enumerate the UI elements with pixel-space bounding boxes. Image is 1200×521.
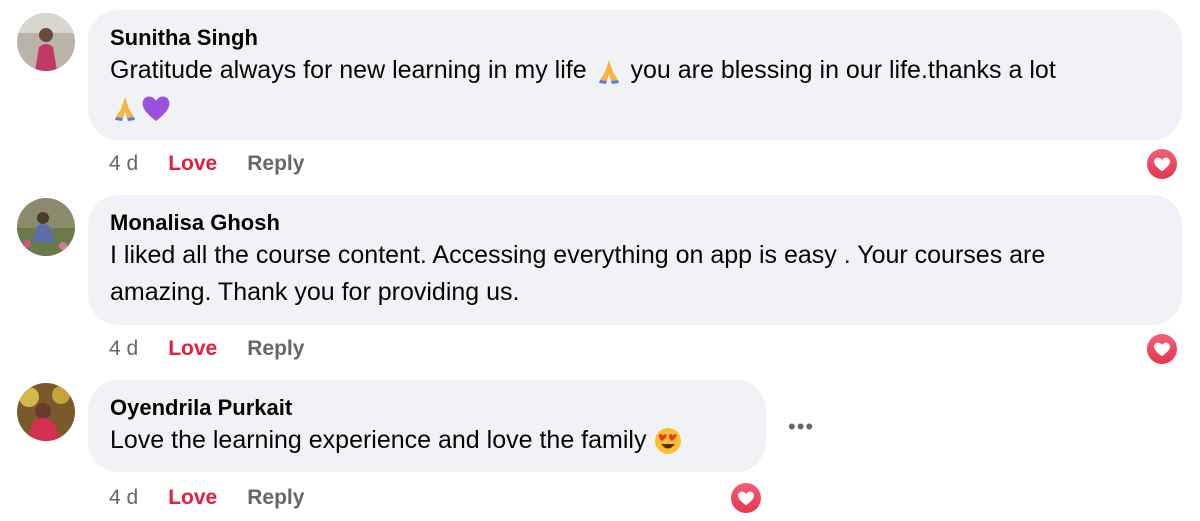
- heart-reaction-icon: [1154, 342, 1170, 357]
- comment-author[interactable]: Monalisa Ghosh: [110, 209, 1160, 237]
- love-button[interactable]: Love: [168, 150, 217, 178]
- avatar[interactable]: [17, 198, 75, 256]
- comment-bubble: Monalisa Ghosh I liked all the course co…: [88, 195, 1182, 325]
- heart-reaction-icon: [738, 491, 754, 506]
- comment-actions: 4 d Love Reply: [109, 150, 304, 178]
- avatar-photo: [17, 198, 75, 256]
- avatar-photo: [17, 383, 75, 441]
- comment-text-line: I liked all the course content. Accessin…: [110, 241, 1046, 269]
- reaction-badge[interactable]: [729, 481, 763, 515]
- heart-eyes-icon: [655, 428, 682, 455]
- reaction-badge[interactable]: [1145, 332, 1179, 366]
- praying-hands-icon: [115, 97, 135, 122]
- heart-reaction-icon: [1154, 157, 1170, 172]
- comment-text-line: you are blessing in our life.thanks a lo…: [630, 56, 1056, 84]
- purple-heart-icon: [142, 96, 170, 122]
- comment-actions: 4 d Love Reply: [109, 484, 304, 512]
- more-options-icon[interactable]: •••: [788, 416, 814, 438]
- reply-button[interactable]: Reply: [247, 150, 304, 178]
- love-button[interactable]: Love: [168, 335, 217, 363]
- praying-hands-icon: [598, 60, 619, 85]
- comment-bubble: Oyendrila Purkait Love the learning expe…: [88, 380, 766, 472]
- comment-timestamp[interactable]: 4 d: [109, 150, 138, 178]
- comment-text-line: Love the learning experience and love th…: [110, 426, 647, 454]
- comment-text: I liked all the course content. Accessin…: [110, 237, 1160, 311]
- reply-button[interactable]: Reply: [247, 484, 304, 512]
- comment-text-line: amazing. Thank you for providing us.: [110, 278, 520, 306]
- comment-timestamp[interactable]: 4 d: [109, 335, 138, 363]
- comment-timestamp[interactable]: 4 d: [109, 484, 138, 512]
- comment-bubble: Sunitha Singh Gratitude always for new l…: [88, 10, 1182, 140]
- comment-text: Gratitude always for new learning in my …: [110, 52, 1160, 126]
- avatar[interactable]: [17, 383, 75, 441]
- avatar-photo: [17, 13, 75, 71]
- love-button[interactable]: Love: [168, 484, 217, 512]
- comment-author[interactable]: Sunitha Singh: [110, 24, 1160, 52]
- comment-text: Love the learning experience and love th…: [110, 422, 744, 459]
- comment-author[interactable]: Oyendrila Purkait: [110, 394, 744, 422]
- reaction-badge[interactable]: [1145, 147, 1179, 181]
- avatar[interactable]: [17, 13, 75, 71]
- comment-text-line: Gratitude always for new learning in my …: [110, 56, 587, 84]
- comment-actions: 4 d Love Reply: [109, 335, 304, 363]
- reply-button[interactable]: Reply: [247, 335, 304, 363]
